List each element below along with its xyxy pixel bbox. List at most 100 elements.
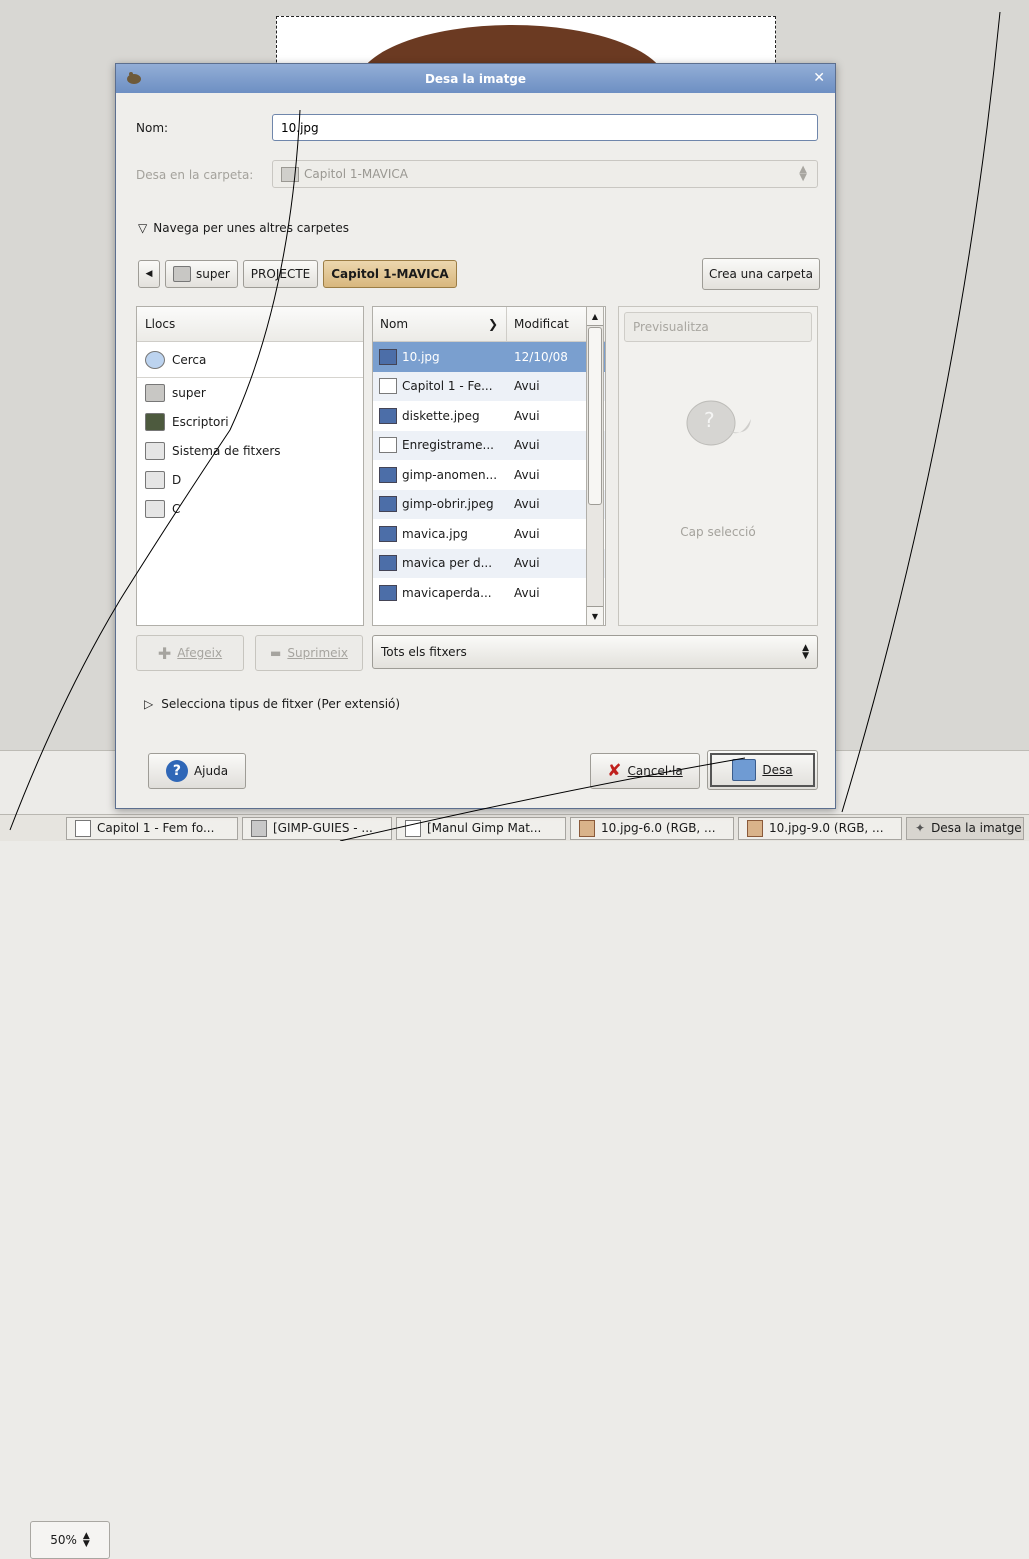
taskbar-item-label: Capitol 1 - Fem fo...: [97, 821, 215, 835]
save-button[interactable]: Desa: [707, 750, 818, 790]
document-icon: [405, 819, 421, 837]
file-type-expander[interactable]: ▷ Selecciona tipus de fitxer (Per extens…: [144, 697, 400, 711]
file-row[interactable]: diskette.jpeg Avui: [373, 401, 605, 431]
folder-label: Desa en la carpeta:: [136, 168, 254, 182]
taskbar-item-label: [GIMP-GUIES - ...: [273, 821, 373, 835]
places-item-label: D: [172, 472, 182, 487]
gimp-wilber-icon: ?: [686, 400, 751, 446]
drive-icon: [145, 441, 165, 460]
document-icon: [75, 819, 91, 837]
remove-bookmark-button[interactable]: ▬ Suprimeix: [255, 635, 363, 671]
places-item-filesystem[interactable]: Sistema de fitxers: [137, 436, 363, 465]
file-list-scrollbar[interactable]: ▲ ▼: [586, 306, 604, 626]
save-folder-value: Capitol 1-MAVICA: [304, 167, 408, 181]
file-name: mavica.jpg: [402, 526, 468, 541]
drive-icon: [145, 499, 165, 518]
taskbar-item-label: [Manul Gimp Mat...: [427, 821, 542, 835]
expander-open-icon: ▽: [138, 221, 148, 235]
minus-icon: ▬: [270, 646, 282, 660]
file-modified: Avui: [514, 408, 540, 423]
file-modified: Avui: [514, 585, 540, 600]
column-header-name[interactable]: Nom ❯: [373, 307, 507, 341]
file-filter-combo[interactable]: Tots els fitxers ▲ ▼: [372, 635, 818, 669]
preview-label: Previsualitza: [633, 320, 709, 334]
taskbar-item-document[interactable]: [Manul Gimp Mat...: [396, 816, 566, 840]
taskbar-item-image[interactable]: 10.jpg-9.0 (RGB, ...: [738, 816, 902, 840]
gimp-icon: ✦: [915, 821, 926, 835]
save-label: Desa: [762, 763, 793, 777]
file-row[interactable]: gimp-obrir.jpeg Avui: [373, 489, 605, 519]
file-filter-value: Tots els fitxers: [381, 645, 467, 659]
dialog-titlebar[interactable]: Desa la imatge ✕: [116, 64, 835, 93]
file-type-label: Selecciona tipus de fitxer (Per extensió…: [161, 697, 401, 711]
scrollbar-thumb[interactable]: [588, 327, 602, 505]
file-name: 10.jpg: [402, 349, 440, 364]
places-item-super[interactable]: super: [137, 378, 363, 407]
path-crumb-current[interactable]: Capitol 1-MAVICA: [323, 260, 457, 288]
path-crumb-super[interactable]: super: [165, 260, 238, 288]
no-selection-label: Cap selecció: [680, 525, 756, 539]
help-icon: ?: [165, 760, 188, 782]
crumb-label: PROJECTE: [250, 267, 311, 281]
file-row[interactable]: Capitol 1 - Fe... Avui: [373, 371, 605, 401]
crumb-label: super: [196, 267, 230, 281]
path-crumb-projecte[interactable]: PROJECTE: [242, 260, 319, 288]
browse-folders-label: Navega per unes altres carpetes: [153, 221, 349, 235]
browse-folders-expander[interactable]: ▽ Navega per unes altres carpetes: [138, 221, 349, 235]
places-item-d[interactable]: D: [137, 465, 363, 494]
scroll-up-icon[interactable]: ▲: [587, 307, 603, 326]
name-label: Nom:: [136, 121, 169, 135]
file-row[interactable]: mavicaperda... Avui: [373, 578, 605, 608]
places-item-search[interactable]: Cerca: [137, 342, 363, 378]
updown-icon: ▲ ▼: [82, 1531, 90, 1549]
file-row[interactable]: mavica per d... Avui: [373, 548, 605, 578]
remove-label: Suprimeix: [287, 646, 348, 660]
file-list: Nom ❯ Modificat 10.jpg 12/10/08 Capitol 1…: [372, 306, 606, 626]
save-image-dialog: Desa la imatge ✕ Nom: Desa en la carpeta…: [115, 63, 836, 809]
create-folder-button[interactable]: Crea una carpeta: [702, 258, 820, 290]
svg-text:?: ?: [704, 408, 715, 432]
file-row[interactable]: gimp-anomen... Avui: [373, 460, 605, 490]
close-icon[interactable]: ✕: [813, 70, 825, 86]
path-back-button[interactable]: ◀: [138, 260, 160, 288]
column-header-modified[interactable]: Modificat: [507, 317, 569, 331]
filename-input[interactable]: [272, 114, 818, 141]
chevron-left-icon: ◀: [145, 269, 153, 279]
gimp-icon: [127, 72, 141, 84]
file-name: mavicaperda...: [402, 585, 492, 600]
home-folder-icon: [145, 383, 165, 402]
dialog-title: Desa la imatge: [424, 71, 527, 86]
taskbar-item-folder[interactable]: [GIMP-GUIES - ...: [242, 816, 392, 840]
places-header-label: Llocs: [145, 317, 176, 331]
file-name: Enregistrame...: [402, 438, 494, 453]
places-item-desktop[interactable]: Escriptori: [137, 407, 363, 436]
file-name: gimp-obrir.jpeg: [402, 497, 494, 512]
preview-panel: Previsualitza ? Cap selecció: [618, 306, 818, 626]
help-button[interactable]: ? Ajuda: [148, 753, 246, 789]
preview-button[interactable]: Previsualitza: [624, 312, 812, 342]
taskbar-item-document[interactable]: Capitol 1 - Fem fo...: [66, 816, 238, 840]
save-folder-combo[interactable]: Capitol 1-MAVICA ▲ ▼: [272, 160, 818, 188]
scroll-down-icon[interactable]: ▼: [587, 606, 603, 625]
updown-icon: ▲ ▼: [799, 164, 807, 183]
zoom-selector[interactable]: 50% ▲ ▼: [30, 1521, 110, 1559]
image-icon: [579, 819, 595, 837]
zoom-value: 50%: [50, 1533, 77, 1547]
search-icon: [145, 350, 165, 369]
file-row[interactable]: Enregistrame... Avui: [373, 430, 605, 460]
add-bookmark-button[interactable]: ✚ Afegeix: [136, 635, 244, 671]
places-item-c[interactable]: C: [137, 494, 363, 523]
taskbar-item-image[interactable]: 10.jpg-6.0 (RGB, ...: [570, 816, 734, 840]
places-header[interactable]: Llocs: [137, 307, 363, 342]
places-panel: Llocs Cerca super Escriptori Sistema de …: [136, 306, 364, 626]
file-modified: Avui: [514, 379, 540, 394]
cancel-button[interactable]: ✘ Cancel·la: [590, 753, 700, 789]
image-icon: [379, 348, 397, 365]
file-row[interactable]: 10.jpg 12/10/08: [373, 342, 605, 372]
file-row[interactable]: mavica.jpg Avui: [373, 519, 605, 549]
image-icon: [379, 496, 397, 513]
cancel-x-icon: ✘: [607, 761, 622, 781]
taskbar-item-save-dialog[interactable]: ✦ Desa la imatge: [906, 816, 1024, 840]
places-item-label: Escriptori: [172, 414, 229, 429]
file-name: mavica per d...: [402, 556, 493, 571]
